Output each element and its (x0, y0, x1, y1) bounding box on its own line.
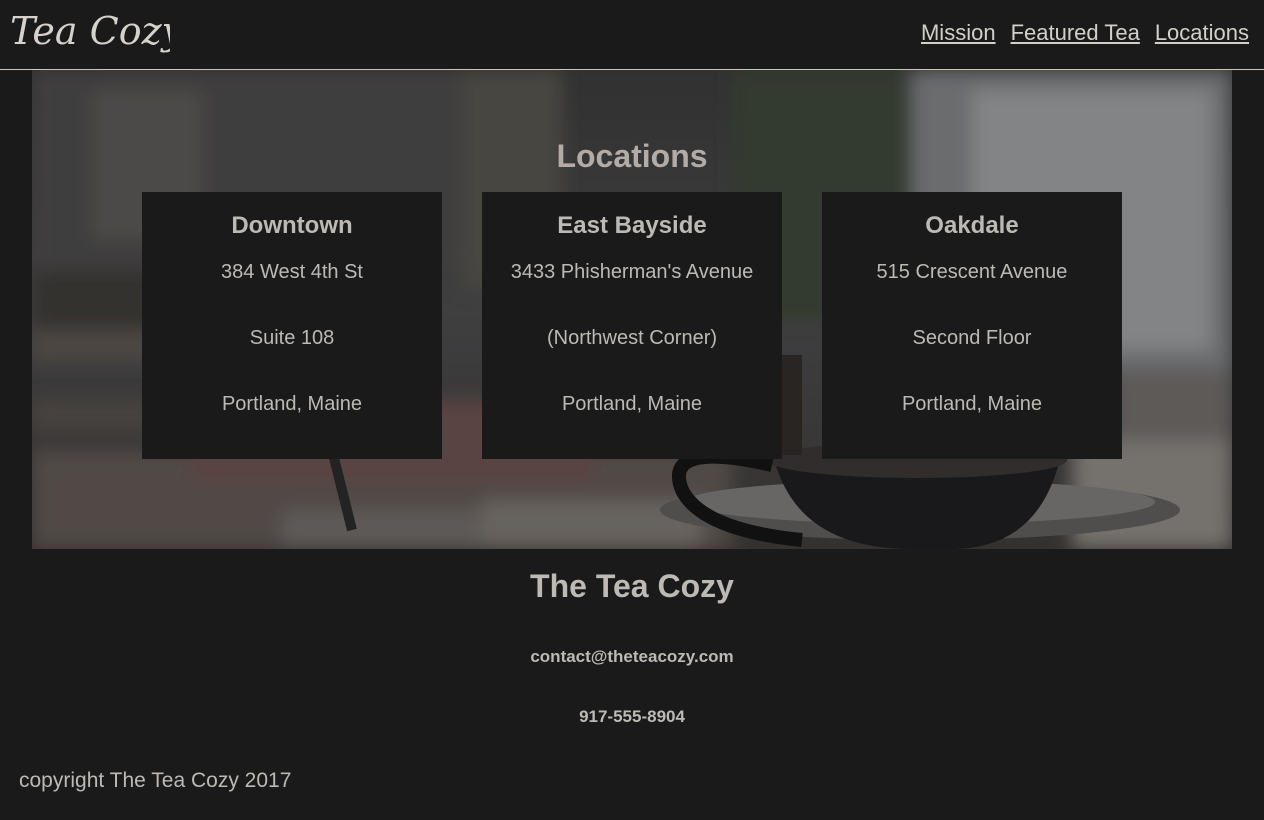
main-nav: Mission Featured Tea Locations (921, 20, 1249, 46)
location-address-line1: 384 West 4th St (221, 261, 363, 283)
footer-phone: 917-555-8904 (579, 707, 685, 726)
location-address-line2: Suite 108 (249, 327, 335, 349)
nav-link-featured-tea[interactable]: Featured Tea (1011, 20, 1140, 46)
location-card-downtown: Downtown 384 West 4th St Suite 108 Portl… (142, 192, 442, 459)
location-address-line1: 515 Crescent Avenue (876, 261, 1068, 283)
nav-link-locations[interactable]: Locations (1155, 20, 1249, 46)
footer-email: contact@theteacozy.com (530, 647, 734, 666)
tea-cozy-logo[interactable]: Tea Cozy (10, 2, 170, 62)
footer-title: The Tea Cozy (530, 568, 734, 604)
location-address-line2: (Northwest Corner) (546, 327, 718, 349)
svg-text:Tea Cozy: Tea Cozy (10, 9, 170, 53)
location-name: Oakdale (925, 212, 1019, 239)
copyright-text: copyright The Tea Cozy 2017 (19, 769, 292, 792)
site-header: Tea Cozy Mission Featured Tea Locations (0, 0, 1264, 70)
nav-link-mission[interactable]: Mission (921, 20, 996, 46)
location-address-line1: 3433 Phisherman's Avenue (510, 261, 754, 283)
location-address-line3: Portland, Maine (901, 393, 1043, 415)
location-address-line2: Second Floor (912, 327, 1032, 349)
location-card-oakdale: Oakdale 515 Crescent Avenue Second Floor… (822, 192, 1122, 459)
location-address-line3: Portland, Maine (561, 393, 703, 415)
location-name: Downtown (231, 212, 353, 239)
locations-title: Locations (556, 138, 708, 174)
location-address-line3: Portland, Maine (221, 393, 363, 415)
location-name: East Bayside (557, 212, 707, 239)
locations-section: Locations Downtown 384 West 4th St Suite… (32, 70, 1232, 549)
location-card-east-bayside: East Bayside 3433 Phisherman's Avenue (N… (482, 192, 782, 459)
